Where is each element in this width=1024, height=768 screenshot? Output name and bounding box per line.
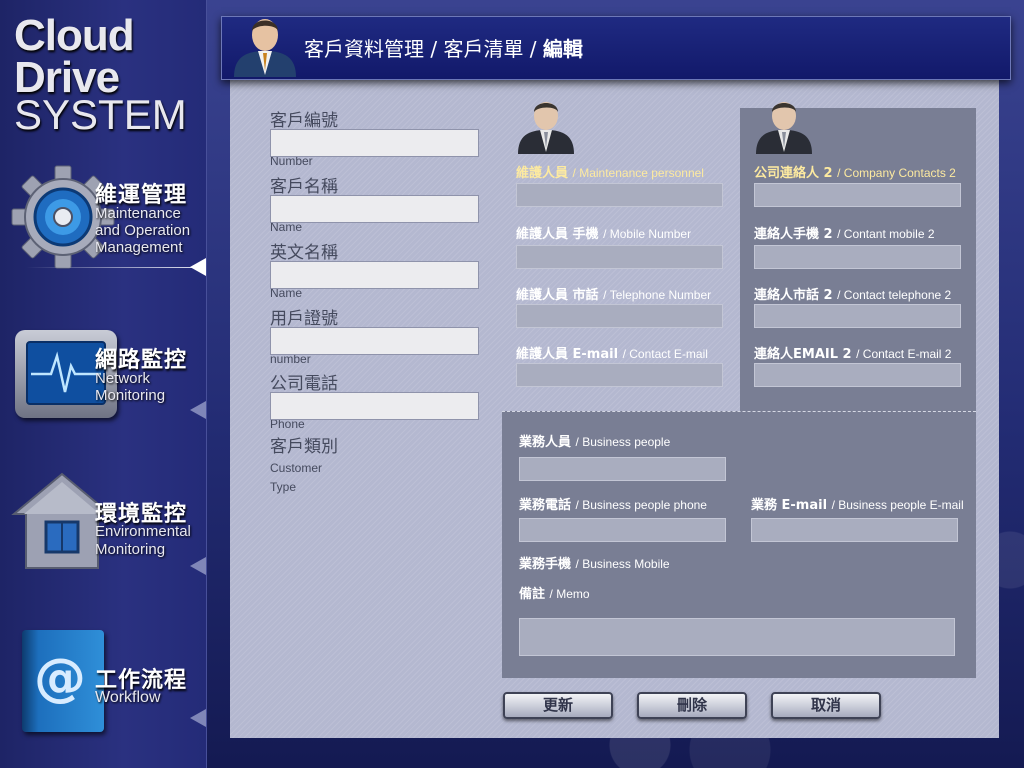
nav-item-maintenance[interactable]: 維運管理 Maintenance and Operation Managemen… xyxy=(0,160,206,276)
label-en: / Contact E-mail xyxy=(622,347,708,361)
contacts-2-box: 公司連絡人 2 / Company Contacts 2 連絡人手機 2 / C… xyxy=(740,102,976,411)
maintenance-telephone-input[interactable] xyxy=(516,304,723,328)
label-cn: 維護人員 E-mail xyxy=(516,347,619,362)
label-en: Customer Type xyxy=(270,461,323,494)
label-en: / Memo xyxy=(549,587,590,601)
logo-line-system: SYSTEM xyxy=(14,91,187,138)
maintenance-personnel-input[interactable] xyxy=(516,183,723,207)
active-underline xyxy=(26,267,196,268)
nav-label-en: Monitoring xyxy=(95,387,166,404)
contact-email-2-label: 連絡人EMAIL 2 / Contact E-mail 2 xyxy=(754,343,951,362)
business-people-input[interactable] xyxy=(519,457,726,481)
at-symbol-icon: @ xyxy=(34,648,86,708)
label-cn: 客戶編號 xyxy=(270,111,338,131)
label-en: / Business people phone xyxy=(575,498,707,512)
label-cn: 公司連絡人 2 xyxy=(754,166,833,181)
customer-number-input[interactable] xyxy=(270,129,479,157)
nav-item-environmental[interactable]: 環境監控 Environmental Monitoring xyxy=(0,470,206,580)
nav-label-en: Monitoring xyxy=(95,541,166,558)
contact-telephone-2-label: 連絡人市話 2 / Contact telephone 2 xyxy=(754,284,951,303)
nav-pointer-icon xyxy=(190,557,206,575)
customer-name-input[interactable] xyxy=(270,195,479,223)
label-en: / Business people E-mail xyxy=(831,498,964,512)
label-en: / Contact E-mail 2 xyxy=(856,347,952,361)
label-en: / Contact telephone 2 xyxy=(837,288,952,302)
label-cn: 業務人員 xyxy=(519,435,572,450)
company-contacts-2-input[interactable] xyxy=(754,183,961,207)
maintenance-mobile-label: 維護人員 手機 / Mobile Number xyxy=(516,223,691,242)
maintenance-mobile-input[interactable] xyxy=(516,245,723,269)
contact-avatar-icon xyxy=(754,96,814,154)
nav-pointer-icon xyxy=(190,709,206,727)
nav-label-en: Environmental xyxy=(95,523,191,540)
business-people-label: 業務人員 / Business people xyxy=(519,431,670,450)
business-email-input[interactable] xyxy=(751,518,958,542)
company-phone-input[interactable] xyxy=(270,392,479,420)
label-cn: 公司電話 xyxy=(270,374,338,394)
label-cn: 維護人員 手機 xyxy=(516,227,599,242)
label-cn: 連絡人EMAIL 2 xyxy=(754,347,852,362)
breadcrumb-current: 編輯 xyxy=(542,37,583,61)
label-en: / Mobile Number xyxy=(603,227,692,241)
page-title: 客戶資料管理 / 客戶清單 / 編輯 xyxy=(304,33,583,62)
contact-email-2-input[interactable] xyxy=(754,363,961,387)
label-cn: 業務手機 xyxy=(519,557,572,572)
label-en: / Business Mobile xyxy=(575,557,670,571)
business-email-label: 業務 E-mail / Business people E-mail xyxy=(751,494,964,513)
sidebar: Cloud Drive SYSTEM 維運管理 Maintenance and … xyxy=(0,0,207,768)
business-box: 業務人員 / Business people 業務電話 / Business p… xyxy=(502,411,976,678)
nav-item-network[interactable]: 網路監控 Network Monitoring xyxy=(0,325,206,425)
page-header: 客戶資料管理 / 客戶清單 / 編輯 xyxy=(221,16,1011,80)
nav-label-en: Network xyxy=(95,370,151,387)
business-phone-label: 業務電話 / Business people phone xyxy=(519,494,707,513)
label-cn: 用戶證號 xyxy=(270,309,338,329)
nav-pointer-icon xyxy=(190,401,206,419)
label-cn: 客戶名稱 xyxy=(270,177,338,197)
nav-label-en: Maintenance xyxy=(95,205,181,222)
contact-telephone-2-input[interactable] xyxy=(754,304,961,328)
user-card-number-input[interactable] xyxy=(270,327,479,355)
label-cn: 連絡人市話 2 xyxy=(754,288,833,303)
memo-label: 備註 / Memo xyxy=(519,583,590,602)
businessman-icon xyxy=(232,11,298,77)
label-cn: 英文名稱 xyxy=(270,243,338,263)
business-phone-input[interactable] xyxy=(519,518,726,542)
contact-mobile-2-label: 連絡人手機 2 / Contant mobile 2 xyxy=(754,223,935,242)
update-button[interactable]: 更新 xyxy=(503,692,613,719)
label-en: / Company Contacts 2 xyxy=(837,166,956,180)
label-cn: 業務 E-mail xyxy=(751,498,828,513)
label-en: / Business people xyxy=(575,435,671,449)
at-book-icon: @ xyxy=(22,630,104,732)
label-cn: 維護人員 市話 xyxy=(516,288,599,303)
label-cn: 業務電話 xyxy=(519,498,572,513)
maintenance-avatar-icon xyxy=(516,96,576,154)
label-en: / Telephone Number xyxy=(603,288,712,302)
maintenance-personnel-label: 維護人員 / Maintenance personnel xyxy=(516,162,704,181)
company-contacts-2-label: 公司連絡人 2 / Company Contacts 2 xyxy=(754,162,956,181)
nav-label-en: and Operation xyxy=(95,222,191,239)
main-panel: 客戶編號 Customer Number 客戶名稱 Customer Name … xyxy=(230,78,999,738)
business-mobile-label: 業務手機 / Business Mobile xyxy=(519,553,670,572)
nav-label-en: Workflow xyxy=(95,689,161,706)
maintenance-telephone-label: 維護人員 市話 / Telephone Number xyxy=(516,284,711,303)
customer-type-label: 客戶類別 Customer Type xyxy=(270,432,338,495)
nav-item-workflow[interactable]: @ 工作流程 Workflow xyxy=(0,625,206,735)
contact-mobile-2-input[interactable] xyxy=(754,245,961,269)
label-cn: 連絡人手機 2 xyxy=(754,227,833,242)
label-en: / Contant mobile 2 xyxy=(837,227,935,241)
label-cn: 備註 xyxy=(519,587,546,602)
maintenance-email-label: 維護人員 E-mail / Contact E-mail xyxy=(516,343,708,362)
memo-textarea[interactable] xyxy=(519,618,955,656)
english-name-input[interactable] xyxy=(270,261,479,289)
label-en: / Maintenance personnel xyxy=(572,166,704,180)
breadcrumb: 客戶資料管理 / 客戶清單 / xyxy=(304,37,543,61)
active-pointer-icon xyxy=(190,258,206,276)
delete-button[interactable]: 刪除 xyxy=(637,692,747,719)
logo-line-cloud: Cloud xyxy=(14,11,135,60)
label-cn: 維護人員 xyxy=(516,166,569,181)
cancel-button[interactable]: 取消 xyxy=(771,692,881,719)
label-cn: 客戶類別 xyxy=(270,437,338,457)
maintenance-email-input[interactable] xyxy=(516,363,723,387)
nav-label-en: Management xyxy=(95,239,183,256)
